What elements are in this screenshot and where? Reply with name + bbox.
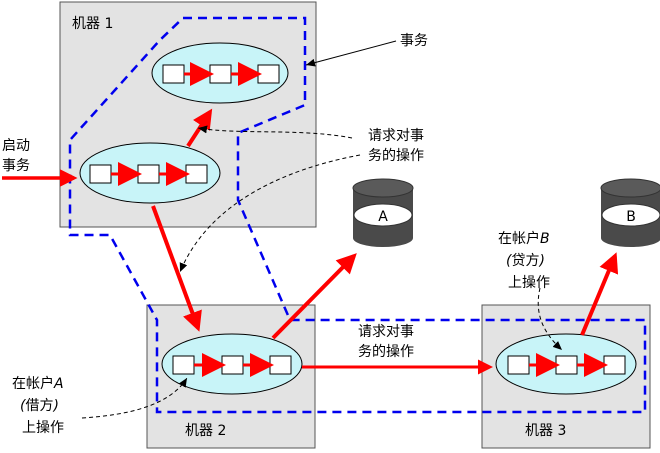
account-b-line1: 在帐户B [498, 230, 550, 247]
step-chain-machine-2 [172, 353, 292, 377]
account-a-line2: (借方) [20, 398, 59, 414]
diagram-canvas: 机器 1 机器 2 机器 3 A B 事务 启动 事务 请求对事 务的操作 请求… [0, 0, 660, 449]
start-transaction-line2: 事务 [2, 158, 30, 174]
distributed-transaction-diagram: 机器 1 机器 2 机器 3 A B 事务 启动 事务 请求对事 务的操作 请求… [2, 1, 660, 449]
net-request-line2: 务的操作 [358, 344, 414, 360]
database-a-label: A [378, 209, 388, 225]
account-a-line1: 在帐户A [12, 375, 64, 392]
database-b: B [600, 178, 660, 247]
database-a: A [352, 178, 414, 247]
account-a-line3: 上操作 [22, 420, 64, 436]
request-ops-line2: 务的操作 [368, 148, 424, 164]
account-b-line3: 上操作 [508, 275, 550, 291]
machine-3-label: 机器 3 [525, 423, 566, 439]
database-b-label: B [626, 209, 636, 225]
machine-2-label: 机器 2 [185, 423, 226, 439]
start-transaction-line1: 启动 [2, 138, 30, 154]
step-chain-top [162, 62, 280, 86]
account-b-line2: (贷方) [506, 253, 545, 269]
net-request-line1: 请求对事 [358, 324, 414, 340]
step-chain-left [89, 162, 208, 186]
request-ops-line1: 请求对事 [368, 128, 424, 144]
transaction-label: 事务 [400, 33, 428, 49]
transaction-leader [305, 40, 397, 67]
step-chain-machine-3 [507, 353, 626, 377]
machine-1-label: 机器 1 [72, 16, 113, 32]
